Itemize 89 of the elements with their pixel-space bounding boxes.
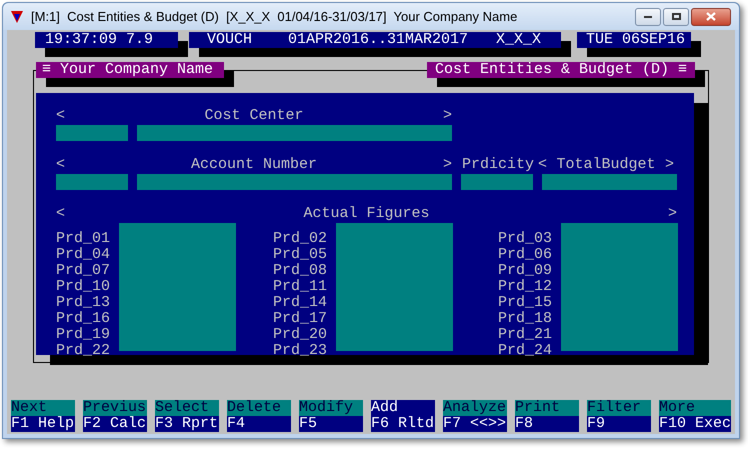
function-key[interactable]: Print F8 [515,400,579,432]
key-action: Filter [587,400,651,416]
input-field[interactable] [119,223,236,351]
period-label: Prd_13 [56,295,110,311]
period-label: Prd_17 [273,311,328,327]
input-field[interactable] [542,174,677,190]
app-icon [11,10,23,22]
period-label: Prd_22 [56,343,110,359]
period-label: Prd_24 [498,343,552,359]
close-button[interactable] [691,8,731,26]
key-action: Select [155,400,219,416]
period-label: Prd_07 [56,263,110,279]
period-label: Prd_23 [273,343,328,359]
key-action: Modify [299,400,363,416]
key-action: Previus [83,400,147,416]
period-label: Prd_01 [56,231,110,247]
period-label: Prd_05 [273,247,328,263]
key-shortcut: F2 Calc [83,416,147,432]
function-key[interactable]: Analyze F7 <<>> [443,400,507,432]
period-label: Prd_02 [273,231,328,247]
function-key[interactable]: Modify F5 [299,400,363,432]
actual-figures-label: Actual Figures [303,206,430,222]
period-label: Prd_14 [273,295,328,311]
bracket-mark: < [56,108,66,124]
key-shortcut: F9 [587,416,651,432]
input-field[interactable] [56,174,128,190]
key-shortcut: F7 <<>> [443,416,507,432]
key-action: Print [515,400,579,416]
period-label: Prd_21 [498,327,552,343]
bracket-mark: < [538,157,548,173]
period-label: Prd_12 [498,279,552,295]
input-field[interactable] [461,174,533,190]
function-key[interactable]: Delete F4 [227,400,291,432]
key-action: Delete [227,400,291,416]
input-field[interactable] [56,125,128,141]
key-shortcut: F6 Rltd [371,416,435,432]
total-budget-label: TotalBudget [556,157,656,173]
period-label: Prd_15 [498,295,552,311]
key-action: More [659,400,732,416]
function-key[interactable]: Add F6 Rltd [371,400,435,432]
window-title: [M:1] Cost Entities & Budget (D) [X_X_X 01/04/16-31/03/17] Your Company Name [31,8,518,26]
company-code: X_X_X [496,32,542,48]
periodicity-label: Prdicity [462,157,536,173]
mode-label: VOUCH [207,32,252,48]
input-field[interactable] [137,125,452,141]
minimize-button[interactable] [635,8,661,26]
function-key[interactable]: More F10 Exec [659,400,732,432]
bracket-mark: > [664,157,674,173]
function-key[interactable]: Next F1 Help [11,400,75,432]
key-shortcut: F3 Rprt [155,416,219,432]
clock: 19:37:09 7.9 [35,32,178,48]
key-shortcut: F4 [227,416,291,432]
input-field[interactable] [336,223,454,351]
period-label: Prd_08 [273,263,328,279]
maximize-button[interactable] [663,8,689,26]
date-display: TUE 06SEP16 [577,32,691,48]
period-label: Prd_10 [56,279,110,295]
key-action: Add [371,400,435,416]
period-label: Prd_09 [498,263,552,279]
input-field[interactable] [561,223,678,351]
period-label: Prd_18 [498,311,552,327]
period-label: Prd_03 [498,231,552,247]
account-number-label: Account Number [190,157,318,173]
bracket-mark: < [56,157,66,173]
period-label: Prd_19 [56,327,110,343]
bracket-mark: < [56,206,66,222]
close-icon [706,12,716,21]
bracket-mark: > [442,157,452,173]
bracket-mark: > [668,206,677,222]
period-label: Prd_20 [273,327,328,343]
key-action: Analyze [443,400,507,416]
period-label: Prd_16 [56,311,110,327]
key-shortcut: F1 Help [11,416,75,432]
minimize-icon [644,16,652,18]
function-key[interactable]: Filter F9 [587,400,651,432]
maximize-icon [672,13,680,20]
function-key[interactable]: Previus F2 Calc [83,400,147,432]
cost-center-label: Cost Center [204,108,304,124]
period-label: Prd_04 [56,247,110,263]
key-action: Next [11,400,75,416]
date-range: 01APR2016..31MAR2017 [288,32,468,48]
bracket-mark: > [442,108,452,124]
key-shortcut: F10 Exec [659,416,732,432]
period-label: Prd_11 [273,279,328,295]
key-shortcut: F5 [299,416,363,432]
input-field[interactable] [137,174,452,190]
key-shortcut: F8 [515,416,579,432]
period-label: Prd_06 [498,247,552,263]
function-key[interactable]: Select F3 Rprt [155,400,219,432]
